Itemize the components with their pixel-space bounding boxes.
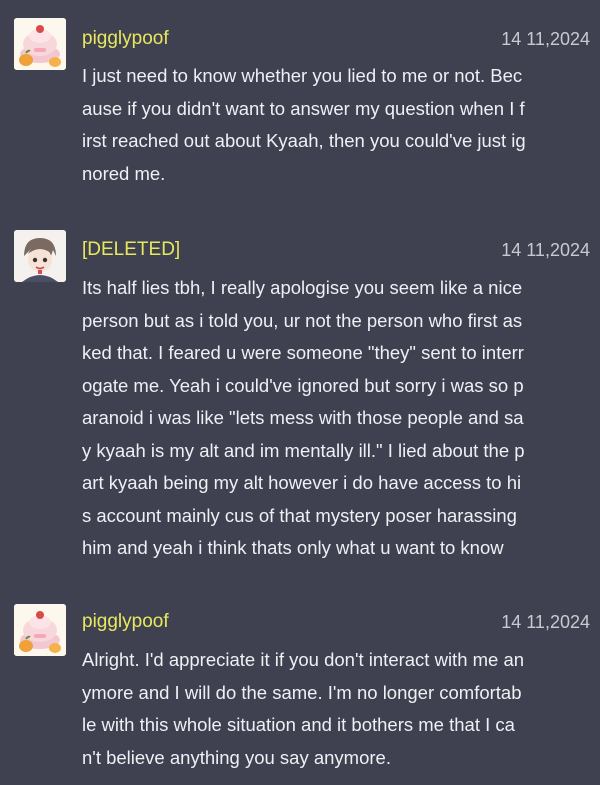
message-line: art kyaah being my alt however i do have…	[82, 472, 522, 493]
message-line: Its half lies tbh, I really apologise yo…	[82, 277, 523, 298]
message-line: le with this whole situation and it both…	[82, 714, 515, 735]
message-line: Alright. I'd appreciate it if you don't …	[82, 649, 525, 670]
message-line: s account mainly cus of that mystery pos…	[82, 504, 517, 526]
message-timestamp: 14 11,2024	[501, 29, 590, 49]
username[interactable]: [DELETED]	[82, 238, 180, 262]
message-line: I just need to know whether you lied to …	[82, 65, 523, 86]
avatar[interactable]	[14, 18, 66, 70]
message-timestamp: 14 11,2024	[501, 612, 590, 632]
message-line: nored me.	[82, 162, 166, 184]
message-line: n't believe anything you say anymore.	[82, 746, 391, 768]
pumpkin-cake-avatar-icon	[14, 604, 66, 656]
message-line: aranoid i was like "lets mess with those…	[82, 407, 524, 428]
pumpkin-cake-avatar-icon	[14, 18, 66, 70]
username[interactable]: pigglypoof	[82, 610, 169, 634]
message-timestamp: 14 11,2024	[501, 240, 590, 260]
message-body: Its half lies tbh, I really apologise yo…	[82, 272, 594, 565]
message-line: ogate me. Yeah i could've ignored but so…	[82, 374, 524, 396]
message-line: ked that. I feared u were someone "they"…	[82, 342, 524, 363]
anime-character-avatar-icon	[14, 230, 66, 282]
message-line: y kyaah is my alt and im mentally ill." …	[82, 439, 525, 461]
message-line: him and yeah i think thats only what u w…	[82, 537, 504, 558]
avatar[interactable]	[14, 604, 66, 656]
avatar[interactable]	[14, 230, 66, 282]
message-line: person but as i told you, ur not the per…	[82, 309, 523, 331]
message-feed: pigglypoof 14 11,2024 I just need to kno…	[0, 0, 600, 785]
message-line: ause if you didn't want to answer my que…	[82, 97, 525, 119]
message-line: irst reached out about Kyaah, then you c…	[82, 130, 526, 151]
message-line: ymore and I will do the same. I'm no lon…	[82, 681, 522, 703]
message-body: I just need to know whether you lied to …	[82, 60, 594, 190]
username[interactable]: pigglypoof	[82, 27, 169, 51]
message-body: Alright. I'd appreciate it if you don't …	[82, 644, 594, 774]
